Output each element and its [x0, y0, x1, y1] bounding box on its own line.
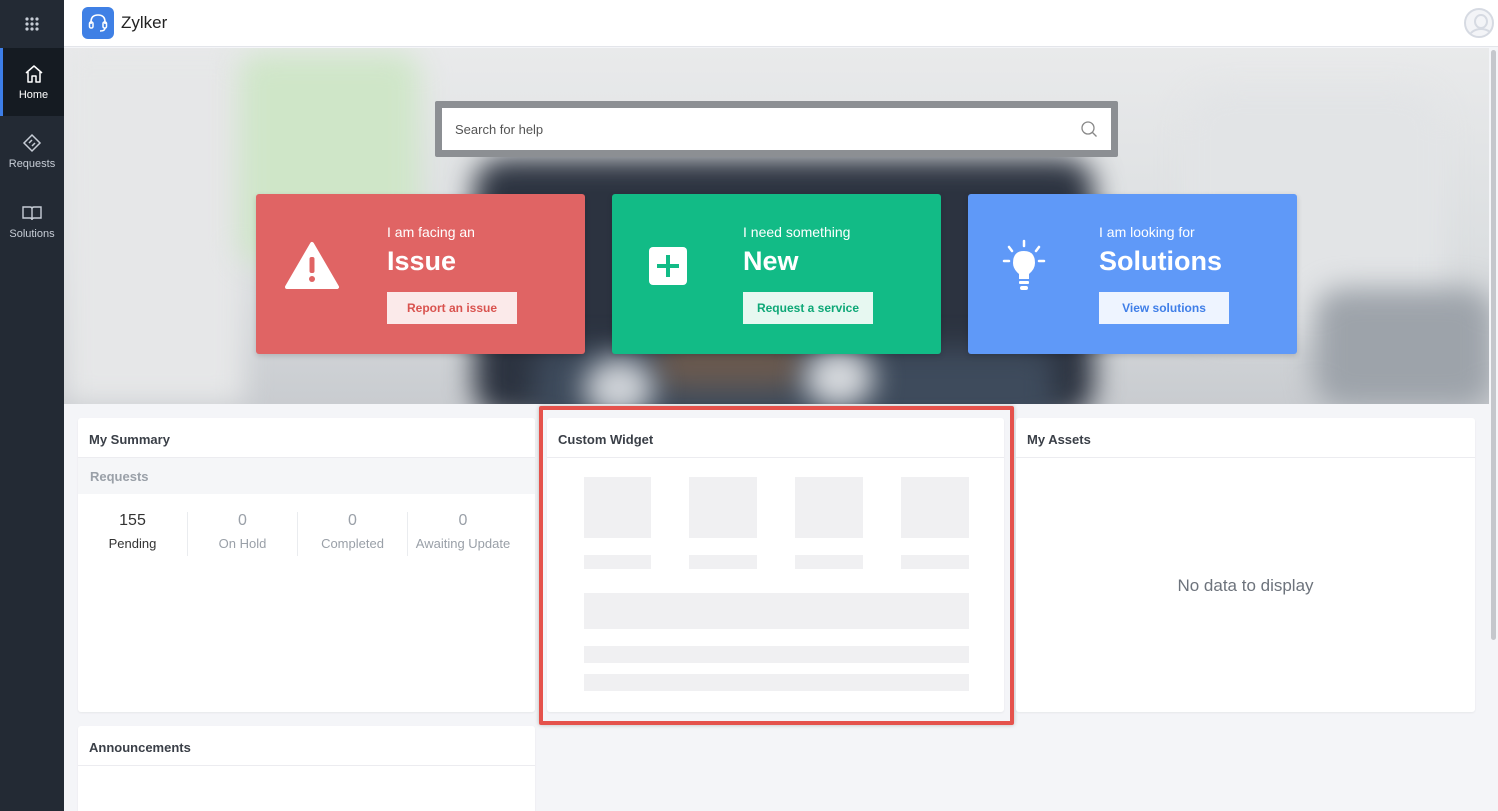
announcements-title: Announcements [78, 726, 535, 766]
skeleton-tile [584, 477, 651, 538]
search-bar [435, 101, 1118, 157]
new-card-title: New [743, 246, 799, 276]
stat-completed[interactable]: 0 Completed [298, 512, 408, 556]
nav-label-requests: Requests [8, 157, 56, 170]
stat-value: 155 [119, 512, 146, 529]
stat-label: Completed [321, 536, 384, 551]
skeleton-tile [795, 477, 863, 538]
nav-label-home: Home [18, 88, 49, 101]
skeleton-line [584, 646, 969, 663]
skeleton-caption [689, 555, 757, 569]
view-solutions-button[interactable]: View solutions [1099, 292, 1229, 324]
scrollbar-thumb[interactable] [1491, 50, 1496, 640]
app-name: Zylker [121, 13, 168, 32]
report-issue-button[interactable]: Report an issue [387, 292, 517, 324]
search-icon[interactable] [1080, 120, 1098, 138]
empty-state-text: No data to display [1177, 576, 1314, 595]
app-grid-icon[interactable] [0, 0, 64, 47]
home-icon [25, 64, 42, 83]
nav-label-solutions: Solutions [9, 227, 55, 240]
stat-value: 0 [458, 512, 468, 529]
hero-banner: I am facing an Issue Report an issue I n… [64, 48, 1489, 404]
user-avatar-icon[interactable] [1464, 8, 1494, 38]
nav-item-solutions[interactable]: Solutions [0, 187, 64, 255]
my-summary-title: My Summary [78, 418, 535, 458]
solutions-card-title: Solutions [1099, 246, 1222, 276]
ticket-icon [22, 133, 42, 152]
stat-label: Pending [108, 536, 157, 551]
nav-item-requests[interactable]: Requests [0, 117, 64, 185]
stat-pending[interactable]: 155 Pending [78, 512, 188, 556]
warning-icon [284, 238, 340, 294]
skeleton-caption [901, 555, 969, 569]
page-scrollbar[interactable] [1489, 48, 1498, 811]
request-service-button[interactable]: Request a service [743, 292, 873, 324]
headset-icon[interactable] [82, 7, 114, 39]
skeleton-caption [795, 555, 863, 569]
stat-label: Awaiting Update [415, 536, 511, 551]
solutions-card-subtitle: I am looking for [1099, 224, 1195, 240]
request-stats: 155 Pending 0 On Hold 0 Completed 0 Awai… [78, 494, 535, 556]
issue-card[interactable]: I am facing an Issue Report an issue [256, 194, 585, 354]
my-assets-title: My Assets [1016, 418, 1475, 458]
skeleton-block [584, 593, 969, 629]
skeleton-caption [584, 555, 651, 569]
skeleton-tile [689, 477, 757, 538]
stat-value: 0 [238, 512, 247, 529]
new-card-subtitle: I need something [743, 224, 851, 240]
book-icon [22, 205, 42, 220]
stat-awaiting-update[interactable]: 0 Awaiting Update [408, 512, 518, 556]
left-nav: Home Requests Solutions [0, 0, 64, 811]
custom-widget-title: Custom Widget [547, 418, 1004, 458]
skeleton-tile [901, 477, 969, 538]
my-assets-panel: My Assets No data to display [1016, 418, 1475, 712]
nav-item-home[interactable]: Home [0, 48, 64, 116]
new-request-card[interactable]: I need something New Request a service [612, 194, 941, 354]
stat-label: On Hold [218, 536, 267, 551]
issue-card-title: Issue [387, 246, 457, 276]
stat-value: 0 [348, 512, 357, 529]
custom-widget-panel: Custom Widget [547, 418, 1004, 712]
lightbulb-icon [996, 238, 1052, 294]
plus-icon [640, 238, 696, 294]
issue-card-subtitle: I am facing an [387, 224, 475, 240]
top-bar: Zylker [64, 0, 1498, 47]
requests-section-label: Requests [78, 458, 535, 494]
search-input[interactable] [455, 121, 1080, 137]
skeleton-line [584, 674, 969, 691]
my-summary-panel: My Summary Requests 155 Pending 0 On Hol… [78, 418, 535, 712]
stat-on-hold[interactable]: 0 On Hold [188, 512, 298, 556]
announcements-panel: Announcements [78, 726, 535, 811]
solutions-card[interactable]: I am looking for Solutions View solution… [968, 194, 1297, 354]
